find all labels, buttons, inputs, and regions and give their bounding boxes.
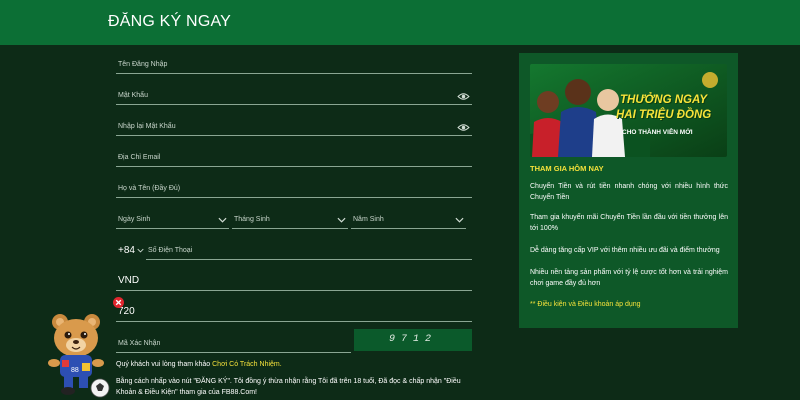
mascot-bear: 88 — [48, 314, 110, 398]
svg-text:88: 88 — [71, 367, 79, 374]
promo-heading: THAM GIA HÔM NAY — [530, 164, 604, 173]
banner-line-1: THƯỞNG NGAY — [620, 94, 708, 106]
birth-day-label: Ngày Sinh — [118, 216, 151, 223]
country-code-value: +84 — [118, 245, 135, 256]
promo-banner[interactable]: THƯỞNG NGAY HAI TRIỆU ĐỒNG CHO THÀNH VIÊ… — [530, 64, 727, 157]
responsible-prefix: Quý khách vui lòng tham khảo — [116, 361, 211, 368]
promo-point-3: Dễ dàng tăng cấp VIP với thêm nhiều ưu đ… — [530, 247, 720, 254]
promo-point-1: Chuyển Tiền và rút tiền nhanh chóng với … — [530, 183, 728, 201]
password-field[interactable]: Mật Khẩu — [116, 83, 472, 105]
birth-month-select[interactable]: Tháng Sinh — [232, 207, 348, 229]
phone-field[interactable]: Số Điện Thoại — [146, 238, 472, 260]
promo-panel: THƯỞNG NGAY HAI TRIỆU ĐỒNG CHO THÀNH VIÊ… — [519, 53, 738, 328]
birth-day-select[interactable]: Ngày Sinh — [116, 207, 229, 229]
chevron-down-icon — [337, 217, 346, 223]
error-icon — [113, 297, 124, 308]
chevron-down-icon — [137, 248, 144, 253]
promo-terms-link[interactable]: ** Điều kiện và Điều khoản áp dụng — [530, 301, 641, 308]
password-placeholder: Mật Khẩu — [118, 92, 148, 99]
banner-line-3: CHO THÀNH VIÊN MỚI — [622, 129, 693, 136]
terms-note: Bằng cách nhấp vào nút "ĐĂNG KÝ". Tôi đồ… — [116, 378, 461, 396]
birth-month-label: Tháng Sinh — [234, 216, 270, 223]
promo-point-4: Nhiều nền tảng sản phẩm với tỷ lệ cược t… — [530, 269, 728, 287]
birth-year-label: Năm Sinh — [353, 216, 384, 223]
fullname-placeholder: Họ và Tên (Đầy Đủ) — [118, 185, 181, 192]
banner-line-2: HAI TRIỆU ĐỒNG — [616, 109, 712, 121]
captcha-image[interactable]: 9712 — [354, 329, 472, 351]
confirm-password-field[interactable]: Nhập lại Mật Khẩu — [116, 114, 472, 136]
email-placeholder: Địa Chỉ Email — [118, 154, 161, 161]
confirm-password-placeholder: Nhập lại Mật Khẩu — [118, 123, 176, 130]
fullname-field[interactable]: Họ và Tên (Đầy Đủ) — [116, 176, 472, 198]
chevron-down-icon — [218, 217, 227, 223]
page-title: ĐĂNG KÝ NGAY — [108, 13, 232, 30]
captcha-code: 9712 — [388, 334, 437, 345]
captcha-input[interactable]: Mã Xác Nhận — [116, 331, 351, 353]
promo-point-2: Tham gia khuyến mãi Chuyển Tiền lần đầu … — [530, 214, 728, 232]
header-bar: ĐĂNG KÝ NGAY — [0, 0, 800, 45]
username-field[interactable]: Tên Đăng Nhập — [116, 52, 472, 74]
eye-icon[interactable] — [457, 123, 470, 132]
birth-year-select[interactable]: Năm Sinh — [351, 207, 466, 229]
currency-value: VND — [118, 275, 140, 286]
email-field[interactable]: Địa Chỉ Email — [116, 145, 472, 167]
captcha-placeholder: Mã Xác Nhận — [118, 340, 161, 347]
country-code-select[interactable]: +84 — [116, 238, 144, 260]
phone-placeholder: Số Điện Thoại — [148, 247, 193, 254]
username-placeholder: Tên Đăng Nhập — [118, 61, 168, 68]
responsible-link[interactable]: Chơi Có Trách Nhiệm. — [212, 361, 282, 368]
currency-field[interactable]: VND — [116, 269, 472, 291]
eye-icon[interactable] — [457, 92, 470, 101]
number-field[interactable]: 720 — [116, 300, 472, 322]
chevron-down-icon — [455, 217, 464, 223]
responsible-note: Quý khách vui lòng tham khảo Chơi Có Trá… — [116, 359, 282, 370]
